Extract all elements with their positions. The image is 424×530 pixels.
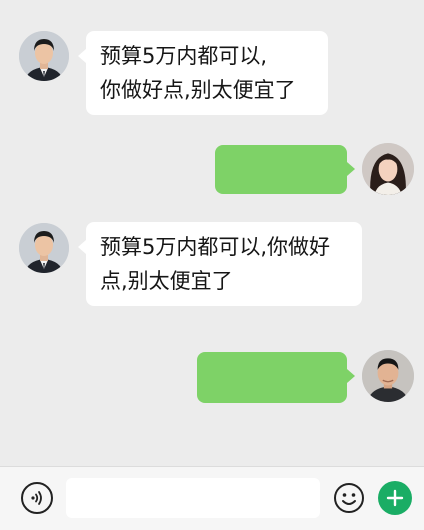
- plus-icon: [386, 489, 404, 507]
- message-bubble-incoming[interactable]: 预算5万内都可以,你做好 点,别太便宜了: [78, 222, 362, 306]
- voice-icon: [31, 491, 42, 505]
- emoji-button[interactable]: [332, 481, 366, 515]
- man-avatar-icon: [19, 223, 69, 273]
- message-bubble-outgoing[interactable]: [215, 145, 355, 194]
- woman-avatar-icon: [362, 143, 414, 195]
- my-avatar[interactable]: [362, 143, 414, 195]
- more-actions-button[interactable]: [378, 481, 412, 515]
- contact-avatar[interactable]: [19, 31, 69, 81]
- chat-area[interactable]: 预算5万内都可以, 你做好点,别太便宜了 预算5万内都可以,你做好 点,别太便宜…: [0, 0, 424, 466]
- voice-input-button[interactable]: [21, 482, 53, 514]
- input-bar: [0, 466, 424, 530]
- my-avatar[interactable]: [362, 350, 414, 402]
- man-avatar-icon: [362, 350, 414, 402]
- message-bubble-incoming[interactable]: 预算5万内都可以, 你做好点,别太便宜了: [78, 31, 328, 115]
- smiley-icon: [334, 483, 364, 513]
- contact-avatar[interactable]: [19, 223, 69, 273]
- man-avatar-icon: [19, 31, 69, 81]
- message-bubble-outgoing[interactable]: [197, 352, 355, 403]
- message-input[interactable]: [66, 478, 320, 518]
